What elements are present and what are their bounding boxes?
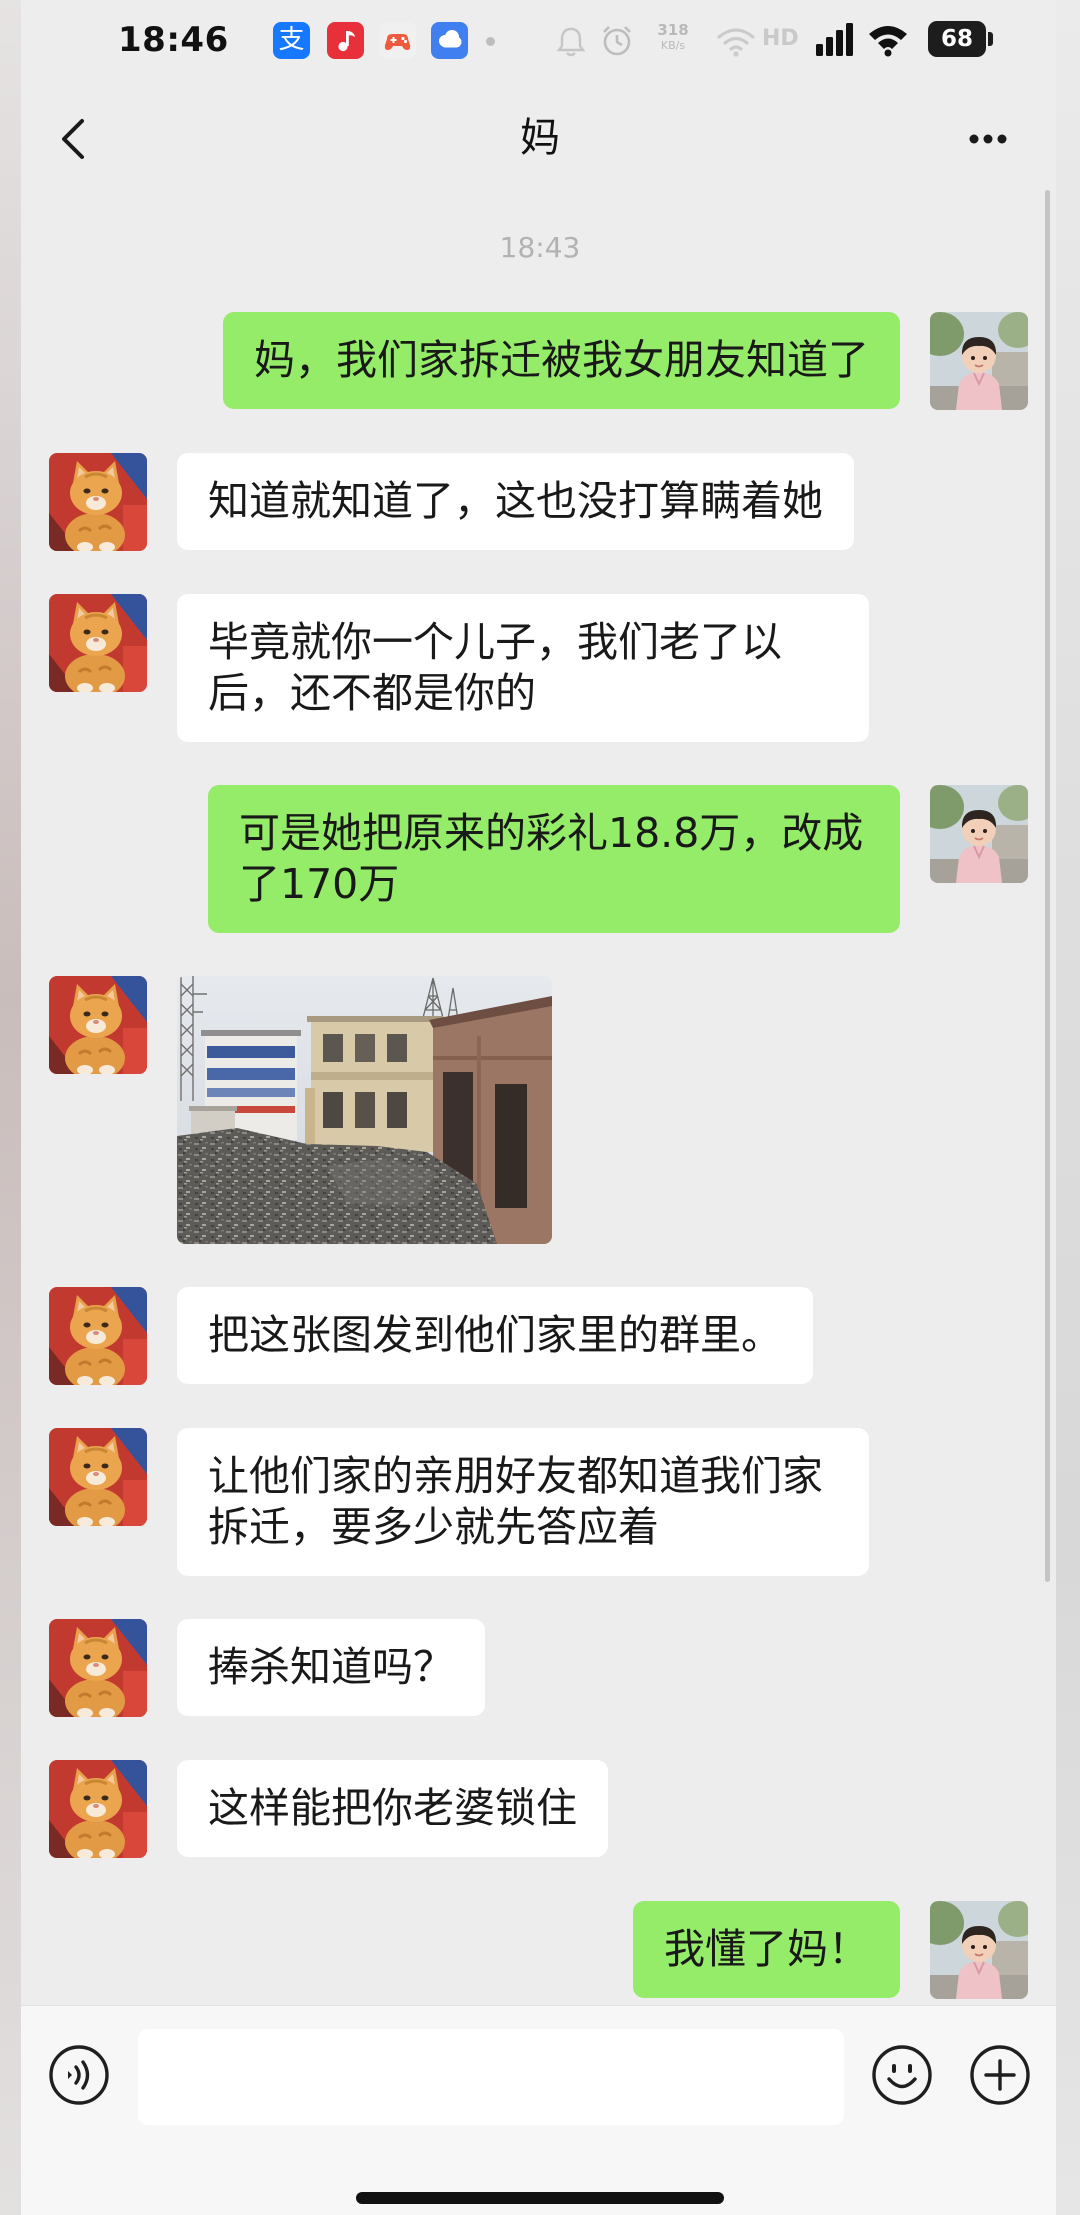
contact-avatar[interactable] [49, 594, 147, 692]
notification-dot [486, 37, 495, 46]
home-indicator[interactable] [356, 2192, 724, 2204]
message-row-received: 这样能把你老婆锁住 [0, 1760, 1080, 1858]
my-avatar[interactable] [930, 1901, 1028, 1999]
input-bar [0, 2005, 1080, 2215]
received-message-bubble[interactable]: 让他们家的亲朋好友都知道我们家拆迁，要多少就先答应着 [177, 1428, 869, 1576]
orange-cat-avatar [49, 976, 147, 1074]
message-input[interactable] [138, 2029, 844, 2125]
contact-avatar[interactable] [49, 1619, 147, 1717]
battery-nub [988, 32, 993, 46]
orange-cat-avatar [49, 1760, 147, 1858]
received-message-bubble[interactable]: 把这张图发到他们家里的群里。 [177, 1287, 813, 1384]
alipay-glyph: 支 [278, 25, 305, 55]
message-row-received: 知道就知道了，这也没打算瞒着她 [0, 453, 1080, 551]
network-speed: 318 KB/s [650, 22, 696, 53]
toddler-avatar [930, 785, 1028, 883]
right-blur-border [1056, 0, 1080, 2215]
battery-icon: 68 [928, 21, 986, 57]
orange-cat-avatar [49, 1287, 147, 1385]
battery-level: 68 [940, 26, 973, 52]
message-row-received [0, 976, 1080, 1244]
message-row-sent: 我懂了妈！ [0, 1901, 1080, 1999]
chat-title: 妈 [520, 115, 560, 161]
toddler-avatar [930, 1901, 1028, 1999]
left-blur-border [0, 0, 21, 2215]
music-app-icon [327, 22, 364, 59]
chat-header: 妈 [0, 90, 1080, 190]
message-timestamp: 18:43 [499, 231, 581, 264]
demolition-site-photo[interactable] [177, 976, 552, 1244]
message-list: 18:43 妈，我们家拆迁被我女朋友知道了 知道就知道了，这也没打算瞒着她 毕竟… [0, 190, 1080, 2005]
orange-cat-avatar [49, 1428, 147, 1526]
voice-input-icon[interactable] [48, 2044, 110, 2106]
contact-avatar[interactable] [49, 453, 147, 551]
photo-image [177, 976, 552, 1244]
contact-avatar[interactable] [49, 1287, 147, 1385]
chat-app-icon [431, 22, 468, 59]
status-bar: 18:46 支 318 KB/s HD 68 [0, 0, 1080, 90]
beige-building [305, 1016, 443, 1152]
sent-message-bubble[interactable]: 妈，我们家拆迁被我女朋友知道了 [223, 312, 900, 409]
received-message-bubble[interactable]: 这样能把你老婆锁住 [177, 1760, 608, 1857]
plus-icon[interactable] [969, 2044, 1031, 2106]
signal-icon [816, 23, 853, 56]
status-time: 18:46 [118, 20, 229, 60]
signal-label: HD [762, 26, 799, 51]
received-message-bubble[interactable]: 捧杀知道吗？ [177, 1619, 485, 1716]
emoji-icon[interactable] [871, 2044, 933, 2106]
orange-cat-avatar [49, 594, 147, 692]
sent-message-bubble[interactable]: 我懂了妈！ [633, 1901, 900, 1998]
orange-cat-avatar [49, 453, 147, 551]
wifi-icon [869, 26, 907, 57]
message-row-received: 把这张图发到他们家里的群里。 [0, 1287, 1080, 1385]
message-row-sent: 可是她把原来的彩礼18.8万，改成了170万 [0, 785, 1080, 933]
more-dots-icon[interactable] [962, 128, 1014, 150]
message-row-received: 让他们家的亲朋好友都知道我们家拆迁，要多少就先答应着 [0, 1428, 1080, 1576]
contact-avatar[interactable] [49, 976, 147, 1074]
contact-avatar[interactable] [49, 1428, 147, 1526]
contact-avatar[interactable] [49, 1760, 147, 1858]
bell-icon [556, 27, 586, 57]
my-avatar[interactable] [930, 785, 1028, 883]
message-row-received: 毕竟就你一个儿子，我们老了以后，还不都是你的 [0, 594, 1080, 742]
chat-scrollbar[interactable] [1045, 190, 1050, 1582]
toddler-avatar [930, 312, 1028, 410]
game-app-icon [379, 22, 416, 59]
network-speed-unit: KB/s [660, 39, 686, 52]
network-speed-value: 318 [657, 21, 689, 39]
orange-cat-avatar [49, 1619, 147, 1717]
sent-message-bubble[interactable]: 可是她把原来的彩礼18.8万，改成了170万 [208, 785, 900, 933]
message-row-received: 捧杀知道吗？ [0, 1619, 1080, 1717]
my-avatar[interactable] [930, 312, 1028, 410]
alipay-icon: 支 [273, 22, 310, 59]
received-message-bubble[interactable]: 毕竟就你一个儿子，我们老了以后，还不都是你的 [177, 594, 869, 742]
message-row-sent: 妈，我们家拆迁被我女朋友知道了 [0, 312, 1080, 410]
alarm-icon [603, 26, 631, 56]
wifi-faded-icon [717, 28, 755, 57]
received-message-bubble[interactable]: 知道就知道了，这也没打算瞒着她 [177, 453, 854, 550]
